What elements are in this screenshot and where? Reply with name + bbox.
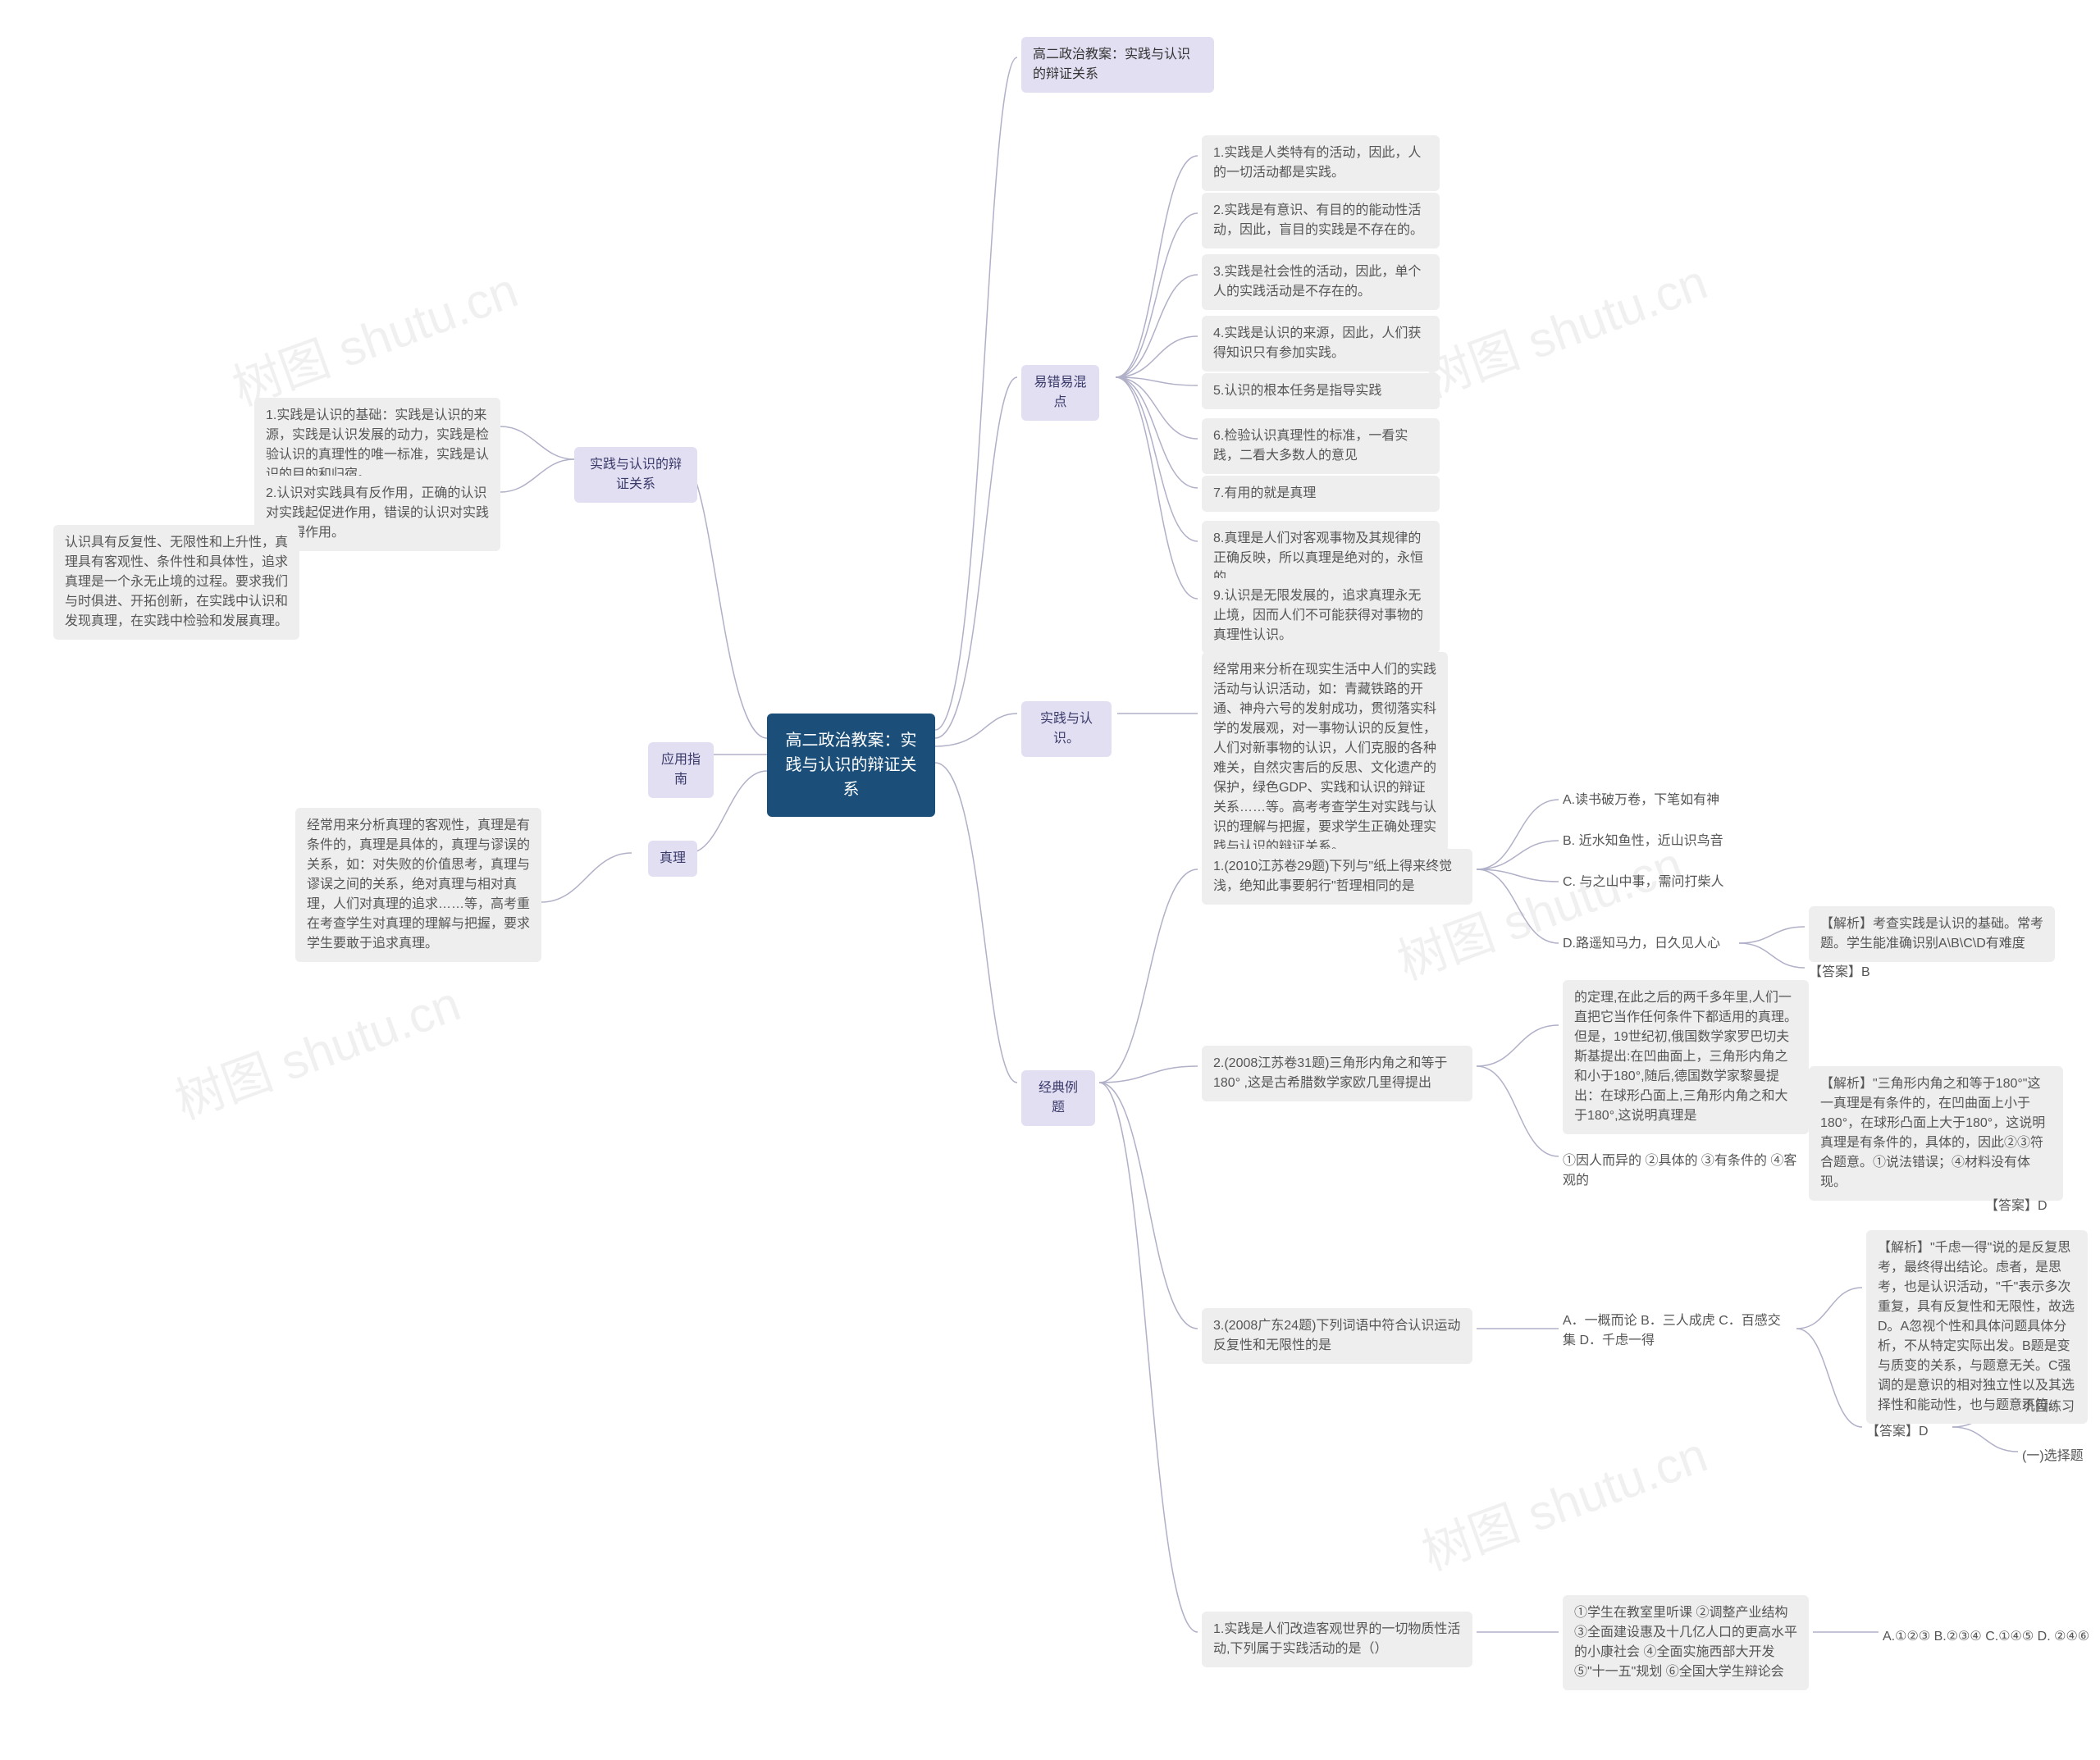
q4-note1[interactable]: ①学生在教室里听课 ②调整产业结构 ③全面建设惠及十几亿人口的更高水平的小康社会… [1563,1595,1809,1690]
leaf-text: 5.认识的根本任务是指导实践 [1213,384,1381,398]
left-node-truth[interactable]: 真理 [648,841,697,877]
mistakes-p6[interactable]: 6.检验认识真理性的标准，一看实践，二看大多数人的意见 [1202,418,1440,474]
option-text: C. 与之山中事，需问打柴人 [1563,875,1723,889]
root-label: 高二政治教案：实践与认识的辩证关系 [786,732,917,799]
watermark: 树图 shutu.cn [1411,1416,1715,1584]
leaf-text: 经常用来分析真理的客观性，真理是有条件的，真理是具体的，真理与谬误的关系，如：对… [307,818,530,951]
leaf-text: 巩固练习 [2022,1400,2075,1414]
mistakes-p7[interactable]: 7.有用的就是真理 [1202,476,1440,512]
q2-note2[interactable]: ①因人而异的 ②具体的 ③有条件的 ④客观的 [1563,1148,1809,1194]
title-box-label: 高二政治教案：实践与认识的辩证关系 [1033,48,1190,81]
q2-answer[interactable]: 【答案】D [1985,1193,2048,1220]
q4-stem[interactable]: 1.实践是人们改造客观世界的一切物质性活动,下列属于实践活动的是（） [1202,1612,1472,1667]
q3-answer[interactable]: 【答案】D [1866,1419,1929,1445]
q1-stem[interactable]: 1.(2010江苏卷29题)下列与"纸上得来终觉浅，绝知此事要躬行"哲理相同的是 [1202,849,1472,905]
mistakes-p1[interactable]: 1.实践是人类特有的活动，因此，人的一切活动都是实践。 [1202,135,1440,191]
q4-options[interactable]: A.①②③ B.②③④ C.①④⑤ D. ②④⑥ [1883,1624,2089,1650]
leaf-text: 3.实践是社会性的活动，因此，单个人的实践活动是不存在的。 [1213,265,1421,299]
mistakes-p4[interactable]: 4.实践是认识的来源，因此，人们获得知识只有参加实践。 [1202,316,1440,372]
q1-explanation[interactable]: 【解析】考查实践是认识的基础。常考题。学生能准确识别A\B\C\D有难度 [1809,906,2055,962]
q3-options[interactable]: A．一概而论 B．三人成虎 C．百感交集 D．千虑一得 [1563,1308,1792,1354]
root-node[interactable]: 高二政治教案：实践与认识的辩证关系 [767,714,935,817]
leaf-text: 1.(2010江苏卷29题)下列与"纸上得来终觉浅，绝知此事要躬行"哲理相同的是 [1213,859,1452,893]
leaf-text: 4.实践是认识的来源，因此，人们获得知识只有参加实践。 [1213,326,1421,360]
q1-option-b[interactable]: B. 近水知鱼性，近山识鸟音 [1563,828,1723,855]
leaf-text: ①因人而异的 ②具体的 ③有条件的 ④客观的 [1563,1154,1796,1188]
node-label: 实践与认识。 [1040,712,1093,745]
watermark: 树图 shutu.cn [164,964,468,1133]
q3-tail1[interactable]: 巩固练习 [2022,1394,2075,1420]
node-label: 实践与认识的辩证关系 [590,458,682,491]
leaf-text: 【解析】"三角形内角之和等于180°"这一真理是有条件的，在凹曲面上小于180°… [1820,1077,2045,1189]
mistakes-p3[interactable]: 3.实践是社会性的活动，因此，单个人的实践活动是不存在的。 [1202,254,1440,310]
mistakes-p2[interactable]: 2.实践是有意识、有目的的能动性活动，因此，盲目的实践是不存在的。 [1202,193,1440,248]
answer-text: 【答案】B [1809,965,1870,979]
q3-tail2[interactable]: (一)选择题 [2022,1443,2084,1470]
option-text: A.读书破万卷，下笔如有神 [1563,793,1719,807]
leaf-text: 1.实践是人们改造客观世界的一切物质性活动,下列属于实践活动的是（） [1213,1622,1460,1656]
q2-stem[interactable]: 2.(2008江苏卷31题)三角形内角之和等于180° ,这是古希腊数学家欧几里… [1202,1046,1472,1101]
leaf-text: 3.(2008广东24题)下列词语中符合认识运动反复性和无限性的是 [1213,1319,1460,1352]
left-leaf-s3-p2[interactable]: 经常用来分析真理的客观性，真理是有条件的，真理是具体的，真理与谬误的关系，如：对… [295,808,541,962]
mistakes-p5[interactable]: 5.认识的根本任务是指导实践 [1202,373,1440,409]
leaf-text: 经常用来分析在现实生活中人们的实践活动与认识活动，如：青藏铁路的开通、神舟六号的… [1213,663,1436,854]
option-text: A．一概而论 B．三人成虎 C．百感交集 D．千虑一得 [1563,1314,1781,1347]
leaf-text: 6.检验认识真理性的标准，一看实践，二看大多数人的意见 [1213,429,1408,463]
leaf-text: 认识具有反复性、无限性和上升性，真理具有客观性、条件性和具体性，追求真理是一个永… [65,536,288,628]
leaf-text: 1.实践是人类特有的活动，因此，人的一切活动都是实践。 [1213,146,1421,180]
q3-stem[interactable]: 3.(2008广东24题)下列词语中符合认识运动反复性和无限性的是 [1202,1308,1472,1364]
leaf-text: 【解析】考查实践是认识的基础。常考题。学生能准确识别A\B\C\D有难度 [1820,917,2043,951]
right-node-examples[interactable]: 经典例题 [1021,1070,1095,1126]
leaf-text: 2.(2008江苏卷31题)三角形内角之和等于180° ,这是古希腊数学家欧几里… [1213,1056,1447,1090]
leaf-text: 2.实践是有意识、有目的的能动性活动，因此，盲目的实践是不存在的。 [1213,203,1423,237]
q2-explanation[interactable]: 【解析】"三角形内角之和等于180°"这一真理是有条件的，在凹曲面上小于180°… [1809,1066,2063,1201]
q1-option-c[interactable]: C. 与之山中事，需问打柴人 [1563,869,1723,896]
mistakes-p9[interactable]: 9.认识是无限发展的，追求真理永无止境，因而人们不可能获得对事物的真理性认识。 [1202,578,1440,654]
watermark: 树图 shutu.cn [221,251,526,420]
leaf-text: (一)选择题 [2022,1449,2084,1463]
left-leaf-s3-p1[interactable]: 认识具有反复性、无限性和上升性，真理具有客观性、条件性和具体性，追求真理是一个永… [53,525,299,640]
option-text: D.路遥知马力，日久见人心 [1563,937,1720,951]
option-text: A.①②③ B.②③④ C.①④⑤ D. ②④⑥ [1883,1630,2089,1644]
leaf-text: 的定理,在此之后的两千多年里,人们一直把它当作任何条件下都适用的真理。但是，19… [1574,991,1797,1123]
left-node-practice-cognition[interactable]: 实践与认识的辩证关系 [574,447,697,503]
node-label: 真理 [660,851,686,865]
leaf-text: 1.实践是认识的基础：实践是认识的来源，实践是认识发展的动力，实践是检验认识的真… [266,408,489,481]
answer-text: 【答案】D [1985,1199,2048,1213]
watermark: 树图 shutu.cn [1411,243,1715,412]
q1-option-d[interactable]: D.路遥知马力，日久见人心 [1563,931,1720,957]
option-text: B. 近水知鱼性，近山识鸟音 [1563,834,1723,848]
leaf-text: 8.真理是人们对客观事物及其规律的正确反映，所以真理是绝对的，永恒的 [1213,531,1423,585]
node-label: 易错易混点 [1034,376,1086,409]
node-label: 应用指南 [661,753,701,787]
leaf-text: 9.认识是无限发展的，追求真理永无止境，因而人们不可能获得对事物的真理性认识。 [1213,589,1423,642]
practice-p1[interactable]: 经常用来分析在现实生活中人们的实践活动与认识活动，如：青藏铁路的开通、神舟六号的… [1202,652,1448,865]
title-box[interactable]: 高二政治教案：实践与认识的辩证关系 [1021,37,1214,93]
leaf-text: 7.有用的就是真理 [1213,486,1316,500]
answer-text: 【答案】D [1866,1425,1929,1439]
right-node-practice[interactable]: 实践与认识。 [1021,701,1112,757]
q1-option-a[interactable]: A.读书破万卷，下笔如有神 [1563,787,1719,814]
leaf-text: 【解析】"千虑一得"说的是反复思考，最终得出结论。虑者，是思考，也是认识活动，"… [1878,1241,2075,1412]
q2-note1[interactable]: 的定理,在此之后的两千多年里,人们一直把它当作任何条件下都适用的真理。但是，19… [1563,980,1809,1134]
left-node-app-guide[interactable]: 应用指南 [648,742,714,798]
q1-answer[interactable]: 【答案】B [1809,960,1870,986]
node-label: 经典例题 [1039,1081,1078,1115]
leaf-text: ①学生在教室里听课 ②调整产业结构 ③全面建设惠及十几亿人口的更高水平的小康社会… [1574,1606,1797,1679]
right-node-mistakes[interactable]: 易错易混点 [1021,365,1099,421]
